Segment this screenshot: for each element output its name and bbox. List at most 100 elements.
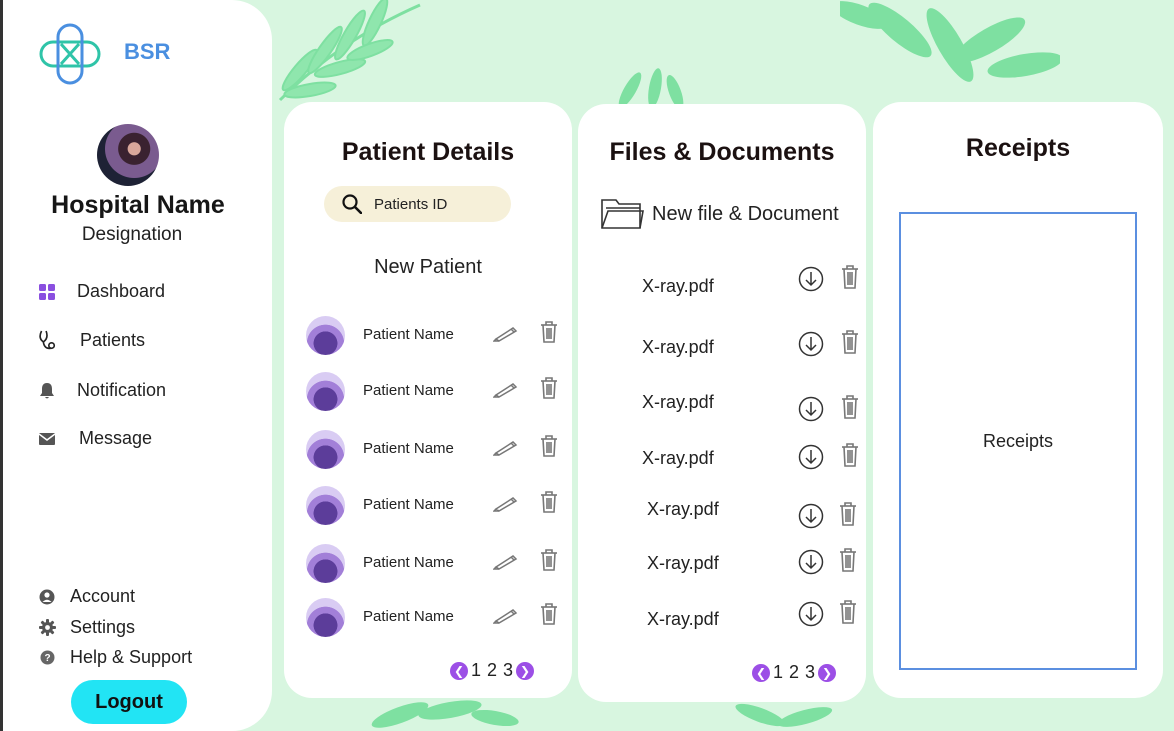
search-input[interactable]: [374, 195, 494, 213]
patient-avatar: [306, 430, 345, 469]
brand-name: BSR: [124, 39, 171, 64]
trash-icon[interactable]: [838, 501, 858, 532]
patient-name: Patient Name: [363, 608, 454, 625]
trash-icon[interactable]: [840, 264, 860, 295]
edit-icon[interactable]: [492, 606, 519, 629]
download-icon[interactable]: [798, 266, 824, 297]
sidebar-item-settings[interactable]: Settings: [38, 617, 135, 638]
sidebar: BSR Hospital Name Designation Dashboard …: [0, 0, 272, 731]
next-page-button[interactable]: ❯: [516, 661, 535, 680]
brand-logo-icon: [39, 23, 101, 85]
trash-icon[interactable]: [539, 320, 559, 349]
new-file-label: New file & Document: [652, 202, 839, 225]
patient-row[interactable]: Patient Name: [306, 430, 566, 470]
receipts-title: Receipts: [965, 134, 1071, 162]
patient-row[interactable]: Patient Name: [306, 372, 566, 412]
new-file-button[interactable]: New file & Document: [600, 196, 839, 232]
patient-avatar: [306, 316, 345, 355]
download-icon[interactable]: [798, 549, 824, 580]
designation: Designation: [81, 224, 183, 245]
sidebar-item-label: Notification: [77, 380, 167, 400]
file-row[interactable]: X-ray.pdf: [578, 330, 868, 373]
edit-icon[interactable]: [492, 494, 519, 517]
patient-details-card: Patient Details New Patient Patient Name…: [284, 102, 572, 698]
sidebar-item-message[interactable]: Message: [37, 428, 152, 449]
sidebar-item-label: Dashboard: [77, 281, 166, 301]
edit-icon[interactable]: [492, 324, 519, 347]
patient-row[interactable]: Patient Name: [306, 598, 566, 638]
file-row[interactable]: X-ray.pdf: [578, 600, 868, 645]
edit-icon[interactable]: [492, 552, 519, 575]
sidebar-item-label: Account: [70, 586, 136, 606]
page-1[interactable]: 1: [471, 660, 481, 681]
file-row[interactable]: X-ray.pdf: [578, 548, 868, 589]
trash-icon[interactable]: [539, 434, 559, 463]
account-icon: [38, 588, 56, 606]
file-row[interactable]: X-ray.pdf: [578, 443, 868, 484]
sidebar-item-patients[interactable]: Patients: [37, 330, 145, 351]
new-patient-button[interactable]: New Patient: [284, 256, 572, 279]
patient-name: Patient Name: [363, 554, 454, 571]
page-1[interactable]: 1: [773, 662, 783, 683]
sidebar-item-label: Message: [79, 428, 153, 448]
file-name: X-ray.pdf: [642, 392, 714, 412]
download-icon[interactable]: [798, 396, 824, 427]
file-name: X-ray.pdf: [642, 276, 714, 296]
trash-icon[interactable]: [840, 442, 860, 473]
sidebar-item-label: Help & Support: [70, 647, 193, 667]
sidebar-item-notification[interactable]: Notification: [37, 380, 166, 401]
patient-row[interactable]: Patient Name: [306, 486, 566, 526]
next-page-button[interactable]: ❯: [818, 663, 837, 682]
avatar[interactable]: [97, 124, 159, 186]
logout-button[interactable]: Logout: [71, 680, 187, 724]
receipts-panel-label: Receipts: [982, 430, 1054, 451]
sidebar-item-account[interactable]: Account: [38, 586, 135, 607]
download-icon[interactable]: [798, 503, 824, 534]
file-name: X-ray.pdf: [647, 553, 719, 573]
bell-icon: [37, 381, 57, 401]
patient-search[interactable]: [324, 186, 511, 222]
edit-icon[interactable]: [492, 380, 519, 403]
prev-page-button[interactable]: ❮: [450, 661, 468, 680]
sidebar-item-help[interactable]: ? Help & Support: [38, 647, 192, 668]
trash-icon[interactable]: [539, 602, 559, 631]
file-row[interactable]: X-ray.pdf: [578, 499, 868, 535]
trash-icon[interactable]: [539, 490, 559, 519]
file-name: X-ray.pdf: [647, 499, 719, 519]
trash-icon[interactable]: [840, 329, 860, 360]
svg-text:?: ?: [44, 653, 50, 664]
file-row[interactable]: X-ray.pdf: [578, 265, 868, 312]
patient-avatar: [306, 372, 345, 411]
download-icon[interactable]: [798, 331, 824, 362]
patient-name: Patient Name: [363, 440, 454, 457]
trash-icon[interactable]: [838, 599, 858, 630]
sidebar-item-label: Patients: [80, 330, 146, 350]
stethoscope-icon: [37, 330, 57, 351]
download-icon[interactable]: [798, 601, 824, 632]
patient-avatar: [306, 544, 345, 583]
page-3[interactable]: 3: [503, 660, 513, 681]
trash-icon[interactable]: [838, 547, 858, 578]
page-2[interactable]: 2: [789, 662, 799, 683]
leaf-decoration: [618, 68, 684, 110]
receipts-panel[interactable]: Receipts: [899, 212, 1137, 670]
patient-row[interactable]: Patient Name: [306, 316, 566, 356]
trash-icon[interactable]: [539, 548, 559, 577]
sidebar-item-label: Settings: [70, 617, 136, 637]
trash-icon[interactable]: [840, 394, 860, 425]
help-icon: ?: [38, 649, 56, 667]
sidebar-item-dashboard[interactable]: Dashboard: [37, 281, 165, 302]
prev-page-button[interactable]: ❮: [752, 663, 770, 682]
files-pagination: ❮ 1 2 3 ❯: [752, 662, 837, 683]
file-name: X-ray.pdf: [642, 448, 714, 468]
gear-icon: [38, 619, 56, 637]
trash-icon[interactable]: [539, 376, 559, 405]
edit-icon[interactable]: [492, 438, 519, 461]
file-row[interactable]: X-ray.pdf: [578, 392, 868, 428]
patient-details-title: Patient Details: [341, 138, 515, 166]
page-3[interactable]: 3: [805, 662, 815, 683]
page-2[interactable]: 2: [487, 660, 497, 681]
download-icon[interactable]: [798, 444, 824, 475]
patient-row[interactable]: Patient Name: [306, 544, 566, 584]
files-documents-title: Files & Documents: [609, 138, 835, 166]
